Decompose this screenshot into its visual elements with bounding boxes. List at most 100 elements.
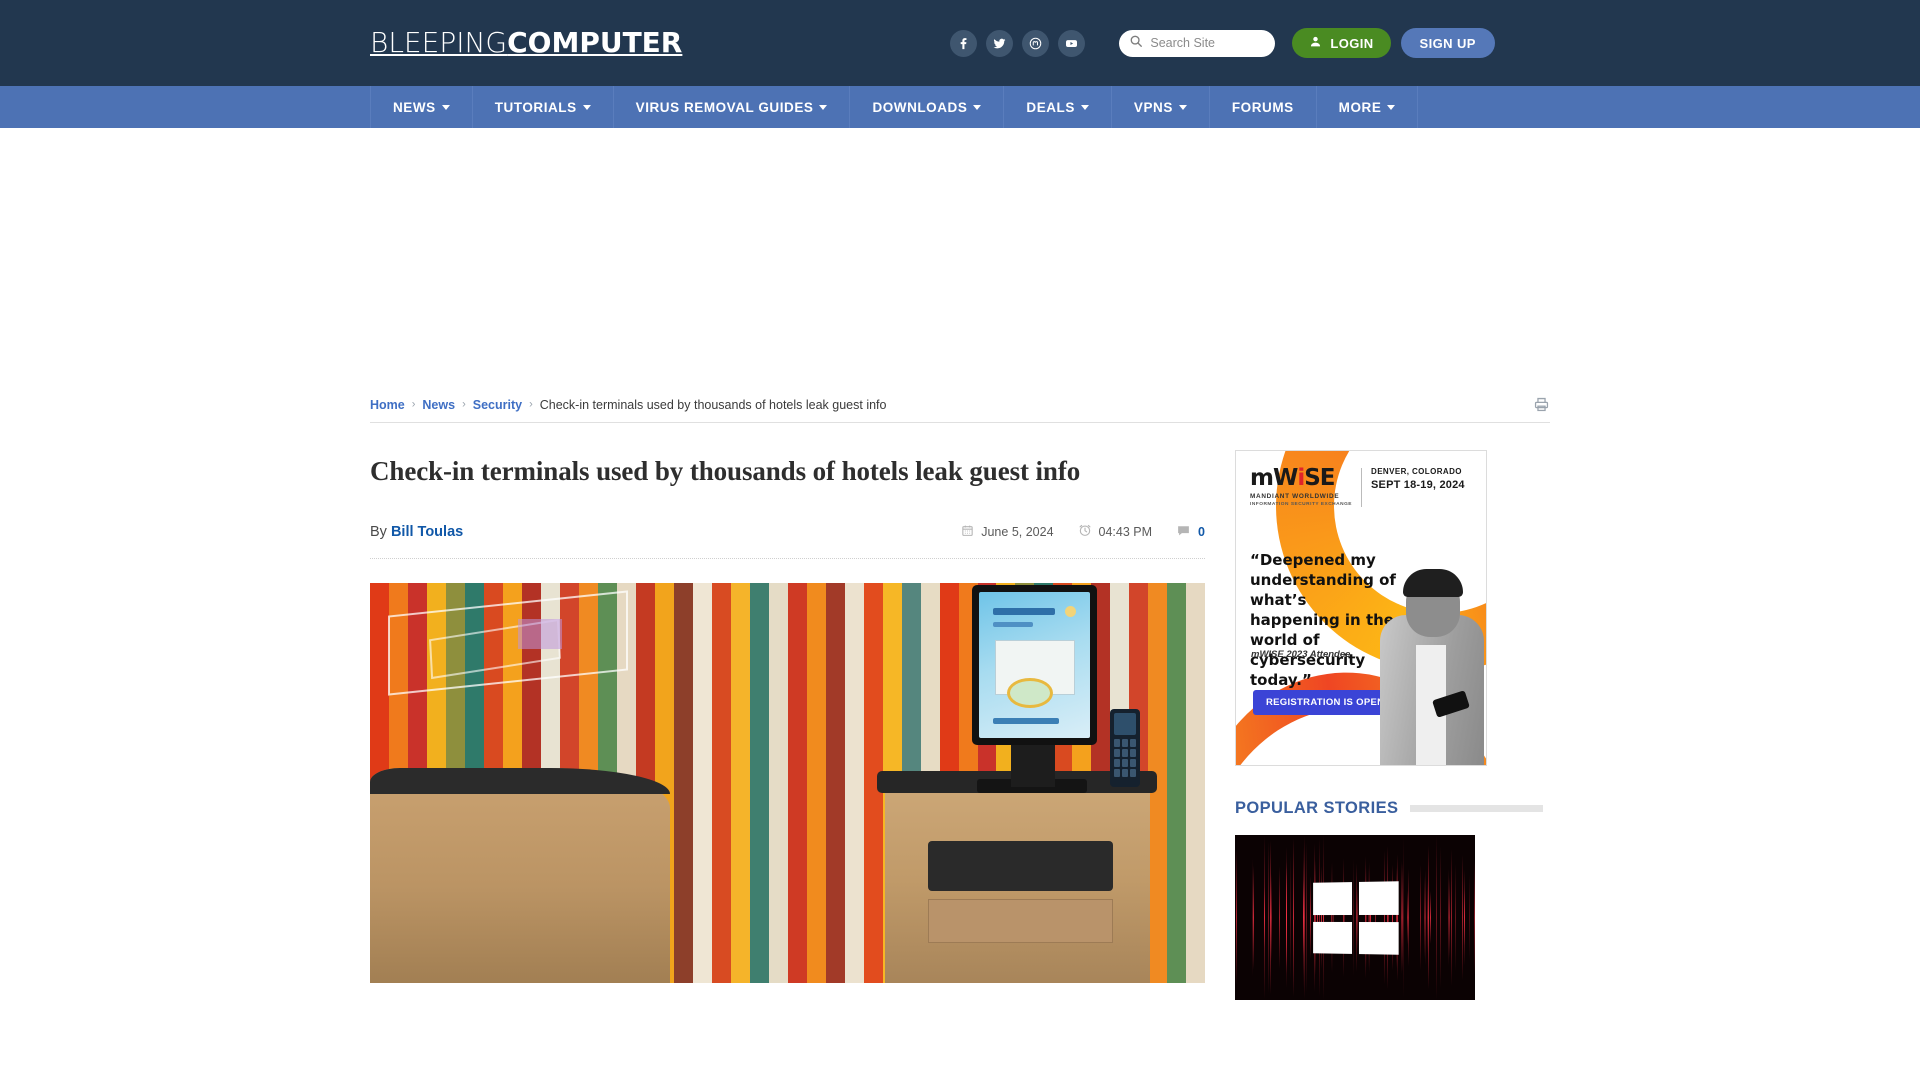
- nav-item-vpns[interactable]: VPNS: [1112, 86, 1210, 128]
- publish-date: June 5, 2024: [961, 524, 1053, 540]
- cabinet-drawer: [928, 899, 1113, 943]
- popular-stories-header: POPULAR STORIES: [1235, 799, 1543, 818]
- nav-item-label: TUTORIALS: [495, 100, 577, 115]
- nav-item-label: DEALS: [1026, 100, 1075, 115]
- mastodon-icon[interactable]: [1022, 30, 1049, 57]
- nav-item-label: DOWNLOADS: [872, 100, 967, 115]
- nav-item-label: VIRUS REMOVAL GUIDES: [636, 100, 814, 115]
- ad-person-photo: [1372, 555, 1487, 765]
- logo-text-bold: COMPUTER: [507, 26, 682, 59]
- popular-story-thumbnail[interactable]: [1235, 835, 1475, 1000]
- rain-streak: [1293, 838, 1294, 996]
- nav-item-label: NEWS: [393, 100, 436, 115]
- sidebar-ad-mwise[interactable]: mWiSE MANDIANT WORLDWIDE INFORMATION SEC…: [1235, 450, 1487, 766]
- login-button-label: LOGIN: [1330, 36, 1373, 51]
- print-button[interactable]: [1533, 396, 1550, 413]
- page-title: Check-in terminals used by thousands of …: [370, 455, 1205, 489]
- mwise-subtitle-2: INFORMATION SECURITY EXCHANGE: [1250, 502, 1352, 507]
- facebook-icon[interactable]: [950, 30, 977, 57]
- nav-item-virus-removal-guides[interactable]: VIRUS REMOVAL GUIDES: [614, 86, 851, 128]
- nav-item-tutorials[interactable]: TUTORIALS: [473, 86, 614, 128]
- breadcrumb-item-3[interactable]: Security: [473, 398, 522, 412]
- clock-icon: [1078, 523, 1092, 540]
- hotel-reception-desk: [370, 768, 1205, 983]
- twitter-icon[interactable]: [986, 30, 1013, 57]
- publish-time-text: 04:43 PM: [1099, 525, 1153, 539]
- rain-streak: [1440, 847, 1441, 989]
- publish-time: 04:43 PM: [1078, 523, 1153, 540]
- byline: By Bill Toulas: [370, 524, 463, 540]
- site-logo[interactable]: BLEEPINGCOMPUTER: [370, 29, 682, 57]
- windows-logo-icon: [1313, 881, 1399, 955]
- kiosk-stand: [1011, 741, 1055, 787]
- search-icon: [1129, 34, 1143, 53]
- rain-streak: [1290, 855, 1291, 980]
- article-hero-image: [370, 583, 1205, 983]
- rain-streak: [1448, 869, 1449, 966]
- ad-quote-attribution: mWISE 2023 Attendee: [1251, 649, 1350, 660]
- article-column: Check-in terminals used by thousands of …: [370, 423, 1205, 1000]
- rain-streak: [1428, 846, 1429, 990]
- content-wrap: Check-in terminals used by thousands of …: [370, 423, 1550, 1000]
- sidebar: mWiSE MANDIANT WORLDWIDE INFORMATION SEC…: [1235, 423, 1543, 1000]
- breadcrumb-separator: ›: [462, 398, 466, 410]
- ad-event-details: DENVER, COLORADO SEPT 18-19, 2024: [1371, 467, 1465, 491]
- chevron-down-icon: [1387, 105, 1395, 110]
- byline-prefix: By: [370, 524, 387, 540]
- rain-streak: [1430, 891, 1431, 944]
- site-header: BLEEPINGCOMPUTER Search Site LOGIN SIGN …: [0, 0, 1920, 86]
- article-meta-right: June 5, 2024 04:43 PM 0: [961, 523, 1205, 541]
- nav-item-news[interactable]: NEWS: [370, 86, 473, 128]
- breadcrumb-separator: ›: [529, 398, 533, 410]
- ad-event-dates: SEPT 18-19, 2024: [1371, 479, 1465, 491]
- youtube-icon[interactable]: [1058, 30, 1085, 57]
- main-navigation: NEWS TUTORIALS VIRUS REMOVAL GUIDES DOWNLOA…: [0, 86, 1920, 128]
- nav-item-deals[interactable]: DEALS: [1004, 86, 1112, 128]
- comments-link[interactable]: 0: [1176, 523, 1205, 541]
- search-input[interactable]: [1150, 36, 1265, 50]
- rain-streak: [1425, 870, 1426, 966]
- rain-streak: [1401, 861, 1402, 975]
- rain-streak: [1451, 849, 1452, 986]
- comment-icon: [1176, 523, 1191, 541]
- rain-streak: [1420, 865, 1421, 971]
- rain-streak: [1469, 875, 1470, 961]
- social-links: [950, 30, 1085, 57]
- signup-button-label: SIGN UP: [1420, 36, 1476, 51]
- breadcrumb-item-1[interactable]: Home: [370, 398, 405, 412]
- leaderboard-ad-slot: [0, 128, 1920, 396]
- chevron-down-icon: [442, 105, 450, 110]
- rain-streak: [1268, 842, 1269, 994]
- rain-streak: [1303, 847, 1304, 989]
- signup-button[interactable]: SIGN UP: [1401, 28, 1495, 58]
- rain-streak: [1279, 866, 1280, 968]
- login-button[interactable]: LOGIN: [1292, 28, 1390, 58]
- breadcrumb-separator: ›: [412, 398, 416, 410]
- mwise-subtitle-1: MANDIANT WORLDWIDE: [1250, 493, 1352, 500]
- mwise-wordmark: mWiSE: [1250, 467, 1352, 490]
- rain-streak: [1270, 841, 1271, 994]
- rain-streak: [1286, 847, 1287, 989]
- breadcrumb-wrap: Home › News › Security › Check-in terminals us…: [370, 396, 1550, 423]
- checkin-terminal-screen: [972, 585, 1097, 745]
- nav-item-more[interactable]: MORE: [1317, 86, 1419, 128]
- chevron-down-icon: [1179, 105, 1187, 110]
- rain-streak: [1464, 870, 1465, 966]
- rain-streak: [1236, 850, 1237, 985]
- nav-item-label: MORE: [1339, 100, 1382, 115]
- nav-item-forums[interactable]: FORUMS: [1210, 86, 1317, 128]
- rain-streak: [1253, 866, 1254, 970]
- popular-stories-title: POPULAR STORIES: [1235, 799, 1398, 818]
- chevron-down-icon: [819, 105, 827, 110]
- payment-pinpad: [1110, 709, 1140, 787]
- rain-streak: [1436, 835, 1437, 1000]
- breadcrumb-item-2[interactable]: News: [422, 398, 455, 412]
- chevron-down-icon: [973, 105, 981, 110]
- rain-streak: [1407, 890, 1408, 944]
- author-link[interactable]: Bill Toulas: [391, 524, 463, 540]
- logo-text-light: BLEEPING: [370, 26, 507, 59]
- calendar-icon: [961, 524, 974, 540]
- breadcrumb-item-4: Check-in terminals used by thousands of …: [540, 398, 887, 412]
- search-box[interactable]: [1119, 30, 1275, 57]
- nav-item-downloads[interactable]: DOWNLOADS: [850, 86, 1004, 128]
